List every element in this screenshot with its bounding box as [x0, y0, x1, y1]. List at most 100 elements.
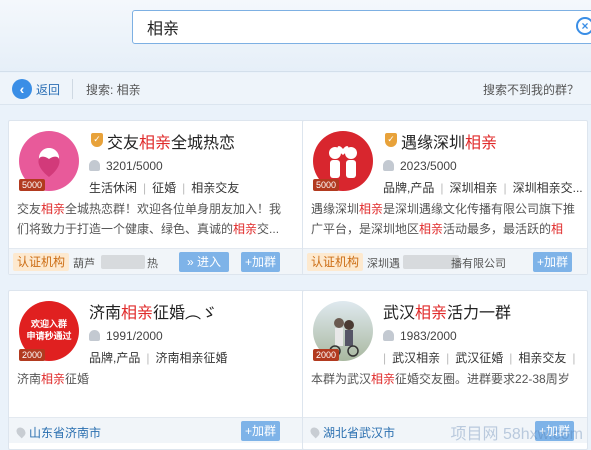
desc-text: 交友	[17, 202, 42, 216]
desc-text: 全城热恋群！欢迎各位单身朋友加入！我	[65, 202, 282, 216]
tags-row: 生活休闲 | 征婚 | 相亲交友	[89, 181, 240, 195]
group-name-part: 活力一群	[447, 305, 512, 322]
desc-highlight: 相亲	[359, 202, 384, 216]
tag[interactable]: 品牌,产品	[383, 181, 434, 195]
desc-highlight: 相亲	[419, 222, 444, 236]
desc-highlight: 相亲	[233, 222, 258, 236]
group-description-line2: 广平台，是深圳地区相亲活动最多，最活跃的相	[311, 219, 563, 239]
join-group-button[interactable]: +加群	[533, 252, 573, 272]
group-card[interactable]: 5000 ✓ 交友相亲全城热恋 3201/5000 生活休闲 | 征婚 | 相亲交友 交…	[8, 120, 320, 275]
member-count-value: 3201/5000	[106, 159, 163, 173]
verified-shield-icon: ✓	[91, 133, 103, 147]
member-count-value: 2023/5000	[400, 159, 457, 173]
desc-text: 济南	[17, 372, 42, 386]
tag[interactable]: 征婚	[152, 181, 176, 195]
tag[interactable]: 生活休闲	[89, 181, 137, 195]
tag[interactable]: 武汉相亲	[392, 351, 440, 365]
back-arrow-icon[interactable]: ‹	[12, 79, 32, 99]
owner-name: 葫芦	[73, 258, 95, 270]
capacity-badge: 5000	[19, 179, 46, 191]
member-count-value: 1991/2000	[106, 329, 163, 343]
members-icon	[89, 160, 100, 171]
location: 山东省济南市	[14, 424, 102, 441]
tag[interactable]: 品牌,产品	[89, 351, 140, 365]
group-name[interactable]: 济南相亲征婚︵ゞ	[89, 299, 217, 323]
group-card[interactable]: 5000 ✓ 遇缘深圳相亲 2023/5000 品牌,产品 | 深圳相亲 | 深圳相亲交…	[302, 120, 588, 275]
card-footer: 认证机构 葫芦 热 » 进入 +加群	[9, 248, 319, 274]
location-pin-icon	[308, 425, 322, 439]
back-button[interactable]: 返回	[36, 81, 60, 98]
certified-org-badge: 认证机构	[13, 253, 70, 271]
avatar-text-line1: 欢迎入群	[30, 319, 67, 329]
member-count: 2023/5000	[383, 159, 457, 173]
group-name[interactable]: 武汉相亲活力一群	[383, 299, 511, 323]
group-name[interactable]: 遇缘深圳相亲	[401, 129, 497, 153]
group-name-highlight: 相亲	[465, 135, 498, 152]
owner-name-tail: 热	[147, 258, 158, 270]
divider	[72, 79, 73, 99]
members-icon	[89, 330, 100, 341]
tag[interactable]: 济南相亲征婚	[155, 351, 227, 365]
tag[interactable]: 深圳相亲交...	[513, 181, 583, 195]
desc-text: 们将致力于打造一个健康、绿色、真诚的	[17, 222, 234, 236]
members-icon	[383, 330, 394, 341]
location: 湖北省武汉市	[308, 424, 396, 441]
desc-highlight: 相亲	[41, 202, 66, 216]
location-text: 湖北省武汉市	[323, 426, 396, 440]
tags-row: | 武汉相亲 | 武汉征婚 | 相亲交友 |	[383, 351, 576, 365]
group-description-line2: 们将致力于打造一个健康、绿色、真诚的相亲交...	[17, 219, 279, 239]
redacted-text	[101, 255, 145, 269]
tag[interactable]: 相亲交友	[191, 181, 239, 195]
card-footer: 山东省济南市 +加群	[9, 417, 319, 443]
cannot-find-my-group-link[interactable]: 搜索不到我的群？	[483, 81, 579, 98]
group-description: 交友相亲全城热恋群！欢迎各位单身朋友加入！我	[17, 199, 281, 219]
tags-row: 品牌,产品 | 济南相亲征婚	[89, 351, 228, 365]
group-description: 本群为武汉相亲征婚交友圈。进群要求22-38周岁	[311, 369, 570, 389]
top-search-bar: ×	[0, 0, 591, 72]
desc-highlight: 相亲	[41, 372, 66, 386]
tags-row: 品牌,产品 | 深圳相亲 | 深圳相亲交...	[383, 181, 583, 195]
member-count-value: 1983/2000	[400, 329, 457, 343]
location-text: 山东省济南市	[29, 426, 102, 440]
results-toolbar: ‹ 返回 搜索: 相亲 搜索不到我的群？	[0, 73, 591, 105]
member-count: 3201/5000	[89, 159, 163, 173]
card-footer: 认证机构 深圳遇 播有限公司 +加群	[303, 248, 587, 274]
desc-text: 交...	[257, 222, 280, 236]
desc-text: 征婚交友圈。进群要求22-38周岁	[395, 372, 570, 386]
desc-text: 是深圳遇缘文化传播有限公司旗下推	[383, 202, 576, 216]
capacity-badge: 5000	[313, 179, 340, 191]
member-count: 1991/2000	[89, 329, 163, 343]
group-name-part: 济南	[89, 305, 122, 322]
desc-text: 广平台，是深圳地区	[311, 222, 420, 236]
join-group-button[interactable]: +加群	[241, 421, 281, 441]
tag[interactable]: 深圳相亲	[449, 181, 497, 195]
join-group-button[interactable]: +加群	[241, 252, 281, 272]
desc-text: 征婚	[65, 372, 90, 386]
group-name-highlight: 相亲	[121, 305, 154, 322]
enter-group-button[interactable]: » 进入	[179, 252, 229, 272]
owner-name-tail: 播有限公司	[451, 258, 506, 270]
group-name-highlight: 相亲	[139, 135, 172, 152]
desc-text: 活动最多，最活跃的	[443, 222, 552, 236]
search-input[interactable]	[132, 10, 591, 44]
clear-search-icon[interactable]: ×	[576, 17, 591, 35]
verified-shield-icon: ✓	[385, 133, 397, 147]
capacity-badge: 2000	[19, 349, 46, 361]
location-pin-icon	[14, 425, 28, 439]
group-name-part: 全城热恋	[171, 135, 236, 152]
group-name-part: 遇缘深圳	[401, 135, 466, 152]
members-icon	[383, 160, 394, 171]
desc-highlight: 相亲	[371, 372, 396, 386]
tag[interactable]: 武汉征婚	[455, 351, 503, 365]
certified-org-badge: 认证机构	[307, 253, 364, 271]
desc-text: 本群为武汉	[311, 372, 372, 386]
owner-name: 深圳遇	[367, 258, 400, 270]
group-card[interactable]: 欢迎入群 申请秒通过 2000 济南相亲征婚︵ゞ 1991/2000 品牌,产品…	[8, 290, 320, 450]
group-description: 济南相亲征婚	[17, 369, 89, 389]
watermark: 项目网 58hxw.com	[450, 426, 584, 443]
tag[interactable]: 相亲交友	[518, 351, 566, 365]
group-name-part: 武汉	[383, 305, 416, 322]
group-name-part: 征婚︵ゞ	[153, 305, 218, 322]
group-name[interactable]: 交友相亲全城热恋	[107, 129, 235, 153]
avatar-text-line2: 申请秒通过	[26, 331, 72, 341]
